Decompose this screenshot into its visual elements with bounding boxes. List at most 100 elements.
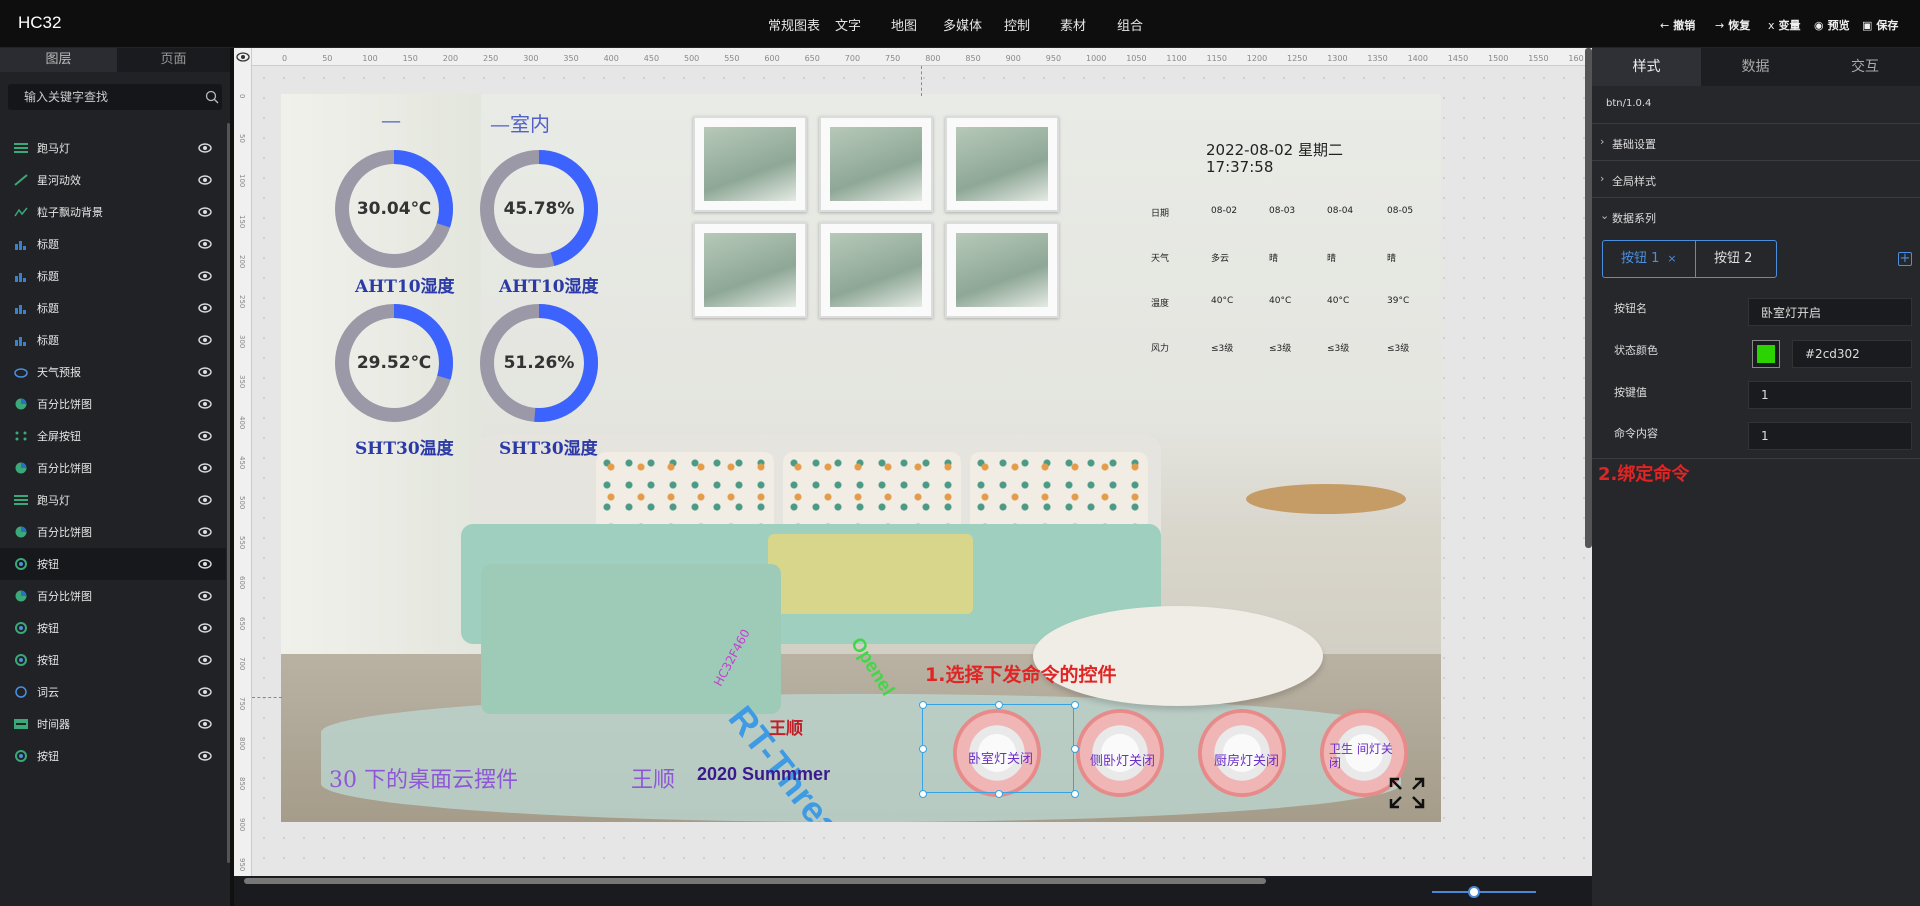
percent-gauge[interactable]: 51.26% xyxy=(478,302,600,424)
eye-icon[interactable] xyxy=(198,749,212,763)
layer-item[interactable]: 按钮 xyxy=(0,612,226,644)
eye-icon[interactable] xyxy=(198,557,212,571)
top-nav-item[interactable]: 文字 xyxy=(835,15,861,34)
add-series-icon[interactable]: + xyxy=(1898,252,1912,266)
resize-handle[interactable] xyxy=(919,701,927,709)
layer-item[interactable]: 按钮 xyxy=(0,644,226,676)
section-series[interactable]: ⌄ 数据系列 xyxy=(1592,197,1920,234)
eye-icon[interactable] xyxy=(198,685,212,699)
layer-item[interactable]: 时间器 xyxy=(0,708,226,740)
design-canvas[interactable]: — —室内 30.04℃ 45.78% 29.52℃ 51.26% AHT10湿度 A… xyxy=(281,94,1441,822)
eye-icon[interactable] xyxy=(198,333,212,347)
layer-item[interactable]: 标题 xyxy=(0,260,226,292)
resize-handle[interactable] xyxy=(995,790,1003,798)
button-name-input[interactable] xyxy=(1748,298,1912,326)
redo-button[interactable]: → 恢复 xyxy=(1715,17,1750,33)
eye-icon[interactable] xyxy=(198,717,212,731)
save-button[interactable]: ▣ 保存 xyxy=(1862,17,1898,33)
eye-icon[interactable] xyxy=(198,525,212,539)
horizontal-scroll-thumb[interactable] xyxy=(244,878,1266,884)
eye-icon[interactable] xyxy=(198,141,212,155)
layer-item[interactable]: 星河动效 xyxy=(0,164,226,196)
zoom-slider-knob[interactable] xyxy=(1468,886,1480,898)
color-hex-input[interactable] xyxy=(1792,340,1912,368)
layer-item[interactable]: 跑马灯 xyxy=(0,132,226,164)
close-icon[interactable]: × xyxy=(1667,252,1676,265)
layer-item[interactable]: 百分比饼图 xyxy=(0,516,226,548)
percent-gauge[interactable]: 30.04℃ xyxy=(333,148,455,270)
percent-gauge[interactable]: 29.52℃ xyxy=(333,302,455,424)
layer-item[interactable]: 标题 xyxy=(0,228,226,260)
marquee-bottom[interactable]: 30 下的桌面云摆件 xyxy=(329,762,518,794)
eye-icon[interactable] xyxy=(198,397,212,411)
eye-icon[interactable] xyxy=(198,237,212,251)
layer-item[interactable]: 按钮 xyxy=(0,740,226,772)
tab-pages[interactable]: 页面 xyxy=(117,48,230,72)
resize-handle[interactable] xyxy=(919,745,927,753)
layer-item[interactable]: 天气预报 xyxy=(0,356,226,388)
top-nav-item[interactable]: 地图 xyxy=(891,15,917,34)
layer-search-input[interactable] xyxy=(8,84,193,110)
key-value-input[interactable] xyxy=(1748,381,1912,409)
tab-interaction[interactable]: 交互 xyxy=(1810,48,1920,86)
eye-icon[interactable] xyxy=(198,205,212,219)
datetime-widget[interactable]: 2022-08-02 星期二 17:37:58 xyxy=(1206,142,1343,176)
eye-icon[interactable] xyxy=(198,365,212,379)
vertical-scrollbar[interactable] xyxy=(1585,48,1592,548)
eye-icon[interactable] xyxy=(198,269,212,283)
resize-handle[interactable] xyxy=(995,701,1003,709)
eye-icon[interactable] xyxy=(198,461,212,475)
color-swatch[interactable] xyxy=(1752,340,1780,368)
tab-data[interactable]: 数据 xyxy=(1701,48,1810,86)
marquee-top-short[interactable]: — xyxy=(381,108,401,132)
top-nav-item[interactable]: 常规图表 xyxy=(768,15,820,34)
layer-item[interactable]: 全屏按钮 xyxy=(0,420,226,452)
summer-title[interactable]: 2020 Summmer xyxy=(697,764,830,785)
resize-handle[interactable] xyxy=(1071,745,1079,753)
search-icon[interactable] xyxy=(204,89,220,105)
horizontal-scrollbar[interactable] xyxy=(234,876,1592,906)
tab-layers[interactable]: 图层 xyxy=(0,48,117,72)
layer-item[interactable]: 词云 xyxy=(0,676,226,708)
eye-icon[interactable] xyxy=(198,429,212,443)
series-tab-1[interactable]: 按钮 1 × xyxy=(1603,241,1696,277)
resize-handle[interactable] xyxy=(1071,790,1079,798)
ruler-eye-icon[interactable] xyxy=(236,51,250,63)
marquee-bottom-2[interactable]: 王顺 xyxy=(631,762,675,794)
percent-gauge[interactable]: 45.78% xyxy=(478,148,600,270)
section-basic[interactable]: › 基础设置 xyxy=(1592,123,1920,160)
eye-icon[interactable] xyxy=(198,493,212,507)
eye-icon[interactable] xyxy=(198,173,212,187)
command-input[interactable] xyxy=(1748,422,1912,450)
layer-item[interactable]: 粒子飘动背景 xyxy=(0,196,226,228)
fullscreen-icon[interactable] xyxy=(1389,777,1425,809)
marquee-top[interactable]: —室内 xyxy=(490,108,550,137)
variable-button[interactable]: x 变量 xyxy=(1768,17,1801,33)
wordcloud-wangshun[interactable]: 王顺 xyxy=(769,714,803,739)
top-nav-item[interactable]: 控制 xyxy=(1004,15,1030,34)
eye-icon[interactable] xyxy=(198,653,212,667)
zoom-slider[interactable] xyxy=(1432,891,1536,893)
layer-scrollbar[interactable] xyxy=(227,123,230,863)
layer-item[interactable]: 标题 xyxy=(0,324,226,356)
layer-item[interactable]: 按钮 xyxy=(0,548,226,580)
layer-item[interactable]: 标题 xyxy=(0,292,226,324)
top-nav-item[interactable]: 素材 xyxy=(1060,15,1086,34)
eye-icon[interactable] xyxy=(198,589,212,603)
layer-item[interactable]: 跑马灯 xyxy=(0,484,226,516)
section-global[interactable]: › 全局样式 xyxy=(1592,160,1920,197)
top-nav-item[interactable]: 多媒体 xyxy=(943,15,982,34)
top-nav-item[interactable]: 组合 xyxy=(1117,15,1143,34)
selection-box[interactable] xyxy=(919,701,1079,798)
tab-style[interactable]: 样式 xyxy=(1592,48,1701,86)
layer-item[interactable]: 百分比饼图 xyxy=(0,452,226,484)
preview-button[interactable]: ◉ 预览 xyxy=(1814,17,1850,33)
resize-handle[interactable] xyxy=(1071,701,1079,709)
eye-icon[interactable] xyxy=(198,621,212,635)
series-tab-2[interactable]: 按钮 2 xyxy=(1696,241,1776,277)
layer-item[interactable]: 百分比饼图 xyxy=(0,580,226,612)
resize-handle[interactable] xyxy=(919,790,927,798)
layer-item[interactable]: 百分比饼图 xyxy=(0,388,226,420)
eye-icon[interactable] xyxy=(198,301,212,315)
undo-button[interactable]: ← 撤销 xyxy=(1660,17,1695,33)
